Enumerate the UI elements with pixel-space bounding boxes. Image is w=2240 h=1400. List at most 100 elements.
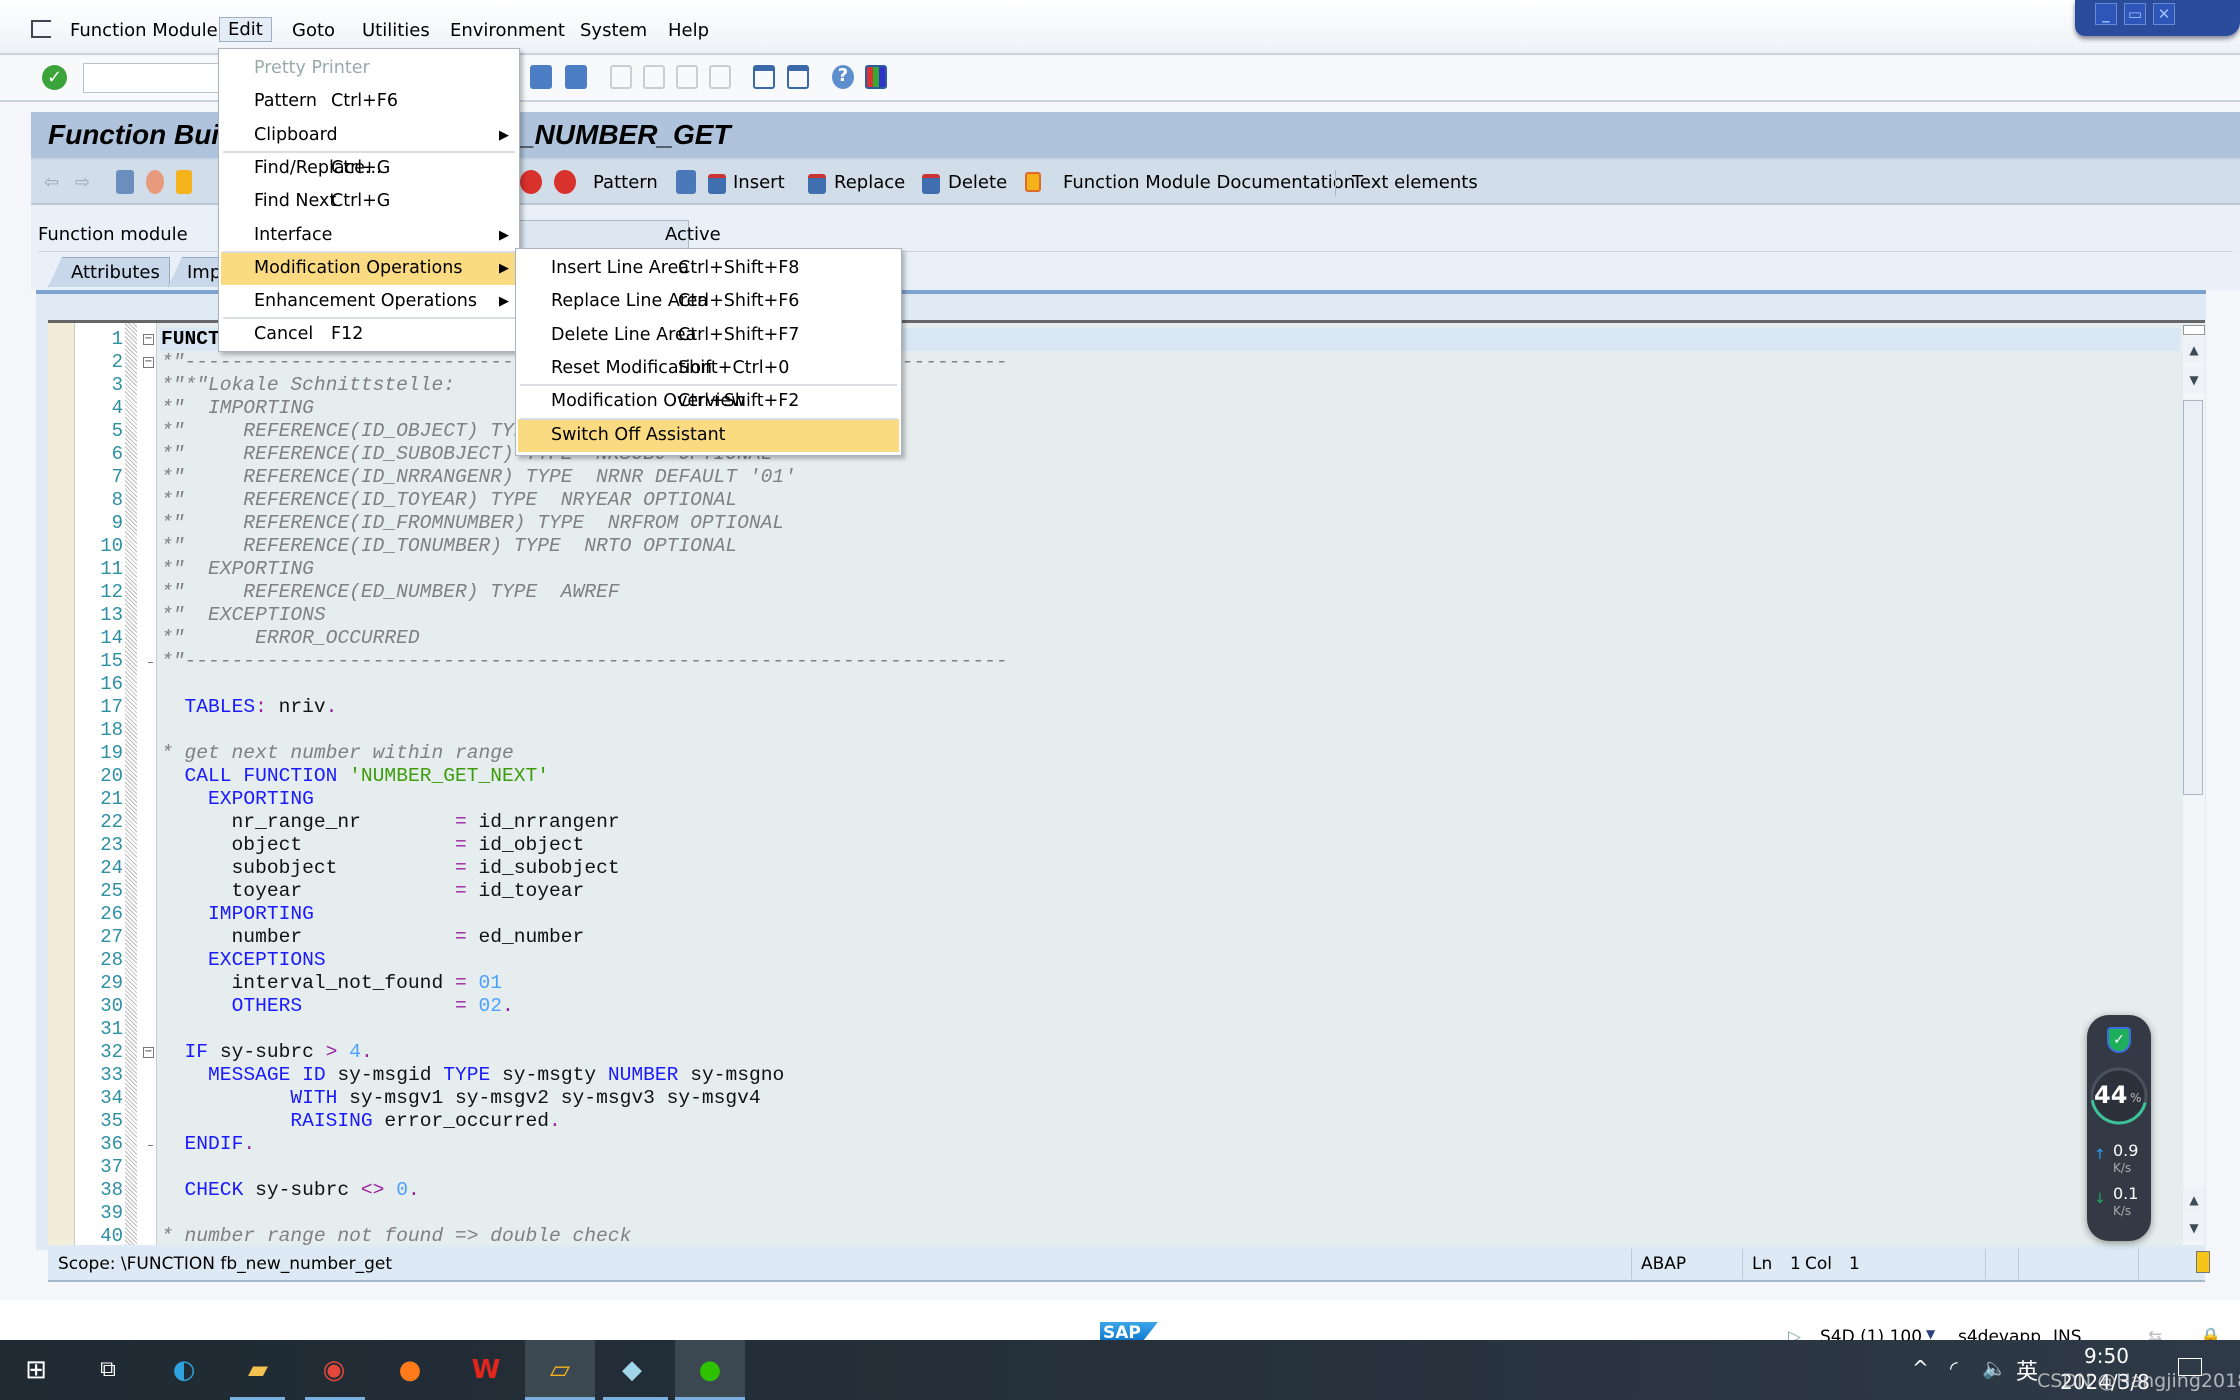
wechat-task[interactable]: ● [675,1340,745,1400]
menu-item-pattern[interactable]: Pattern Ctrl+F6 [221,85,517,118]
wps-icon[interactable]: W [466,1350,506,1390]
menu-item-replace-line-area[interactable]: Replace Line Area Ctrl+Shift+F6 [518,285,899,318]
code-line[interactable]: *" REFERENCE(ID_NRRANGENR) TYPE NRNR DEF… [160,466,2180,489]
back-icon[interactable]: ⇦ [44,172,59,193]
code-line[interactable]: MESSAGE ID sy-msgid TYPE sy-msgty NUMBER… [160,1064,2180,1087]
code-line[interactable] [160,1018,2180,1041]
code-line[interactable]: *" REFERENCE(ED_NUMBER) TYPE AWREF [160,581,2180,604]
help-icon[interactable]: ? [832,65,854,89]
maximize-icon[interactable]: ▭ [2124,3,2146,25]
code-line[interactable]: *" REFERENCE(ID_SUBOBJECT) TYPE NRSOBJ O… [160,443,2180,466]
last-page-icon[interactable] [709,65,731,89]
sap-menu-icon[interactable] [31,20,51,38]
menu-item-modification-operations[interactable]: Modification Operations ▶ [221,251,517,285]
function-module-field[interactable] [501,220,689,250]
first-page-icon[interactable] [610,65,632,89]
volume-icon[interactable]: 🔈 [1982,1356,2007,1380]
menu-item-delete-line-area[interactable]: Delete Line Area Ctrl+Shift+F7 [518,319,899,352]
editor-vertical-scrollbar[interactable]: ▲ ▼ ▲ ▼ [2183,325,2205,1245]
firefox-icon[interactable]: ● [390,1350,430,1390]
code-line[interactable]: ENDIF. [160,1133,2180,1156]
code-line[interactable]: *"*"Lokale Schnittstelle: [160,374,2180,397]
previous-page-icon[interactable] [643,65,665,89]
code-line[interactable]: * number range not found => double check [160,1225,2180,1245]
code-line[interactable]: interval_not_found = 01 [160,972,2180,995]
menu-help[interactable]: Help [668,20,709,41]
scroll-thumb[interactable] [2183,400,2203,795]
modification-icon-2[interactable] [554,170,576,194]
code-line[interactable]: *" ERROR_OCCURRED [160,627,2180,650]
fold-toggle-icon[interactable]: − [143,334,154,345]
code-line[interactable] [160,673,2180,696]
code-line[interactable]: nr_range_nr = id_nrrangenr [160,811,2180,834]
wifi-icon[interactable]: ◜ [1950,1356,1958,1380]
code-line[interactable]: *" EXPORTING [160,558,2180,581]
code-line[interactable]: *" EXCEPTIONS [160,604,2180,627]
code-line[interactable]: *" REFERENCE(ID_OBJECT) TYPE [160,420,2180,443]
display-change-icon[interactable] [146,170,164,194]
code-line[interactable]: EXPORTING [160,788,2180,811]
code-line[interactable] [160,719,2180,742]
delete-icon[interactable] [922,174,940,194]
tab-attributes[interactable]: Attributes [48,257,170,287]
shortcut-icon[interactable] [787,65,809,89]
chrome-icon[interactable]: ◉ [314,1350,354,1390]
windows-start-icon[interactable]: ⊞ [16,1350,56,1390]
code-line[interactable]: EXCEPTIONS [160,949,2180,972]
code-line[interactable]: *" REFERENCE(ID_FROMNUMBER) TYPE NRFROM … [160,512,2180,535]
clock-time[interactable]: 9:50 [2084,1344,2129,1368]
enter-check-icon[interactable]: ✓ [42,65,67,90]
menu-item-cancel[interactable]: Cancel F12 [221,318,517,351]
network-monitor-widget[interactable]: ✓ 44 % ↑ 0.9 K/s ↓ 0.1 K/s [2087,1015,2151,1241]
code-line[interactable]: number = ed_number [160,926,2180,949]
function-module-documentation-button[interactable]: Function Module Documentation [1063,172,1355,193]
file-explorer-icon[interactable]: ▰ [238,1350,278,1390]
replace-icon[interactable] [808,174,826,194]
forward-icon[interactable]: ⇨ [75,172,90,193]
code-line[interactable]: OTHERS = 02. [160,995,2180,1018]
menu-system[interactable]: System [580,20,647,41]
layout-icon[interactable] [865,65,887,89]
code-line[interactable]: CHECK sy-subrc <> 0. [160,1179,2180,1202]
scroll-up-bottom-icon[interactable]: ▲ [2183,1187,2205,1213]
insert-button[interactable]: Insert [733,172,785,193]
code-line[interactable]: IF sy-subrc > 4. [160,1041,2180,1064]
task-view-icon[interactable]: ⧉ [88,1350,128,1390]
menu-item-clipboard[interactable]: Clipboard ▶ [221,119,517,152]
sap-logon-task[interactable]: ▱ [525,1340,595,1400]
code-line[interactable]: *"--------------------------------------… [160,650,2180,673]
scroll-up-icon[interactable]: ▲ [2183,337,2205,363]
menu-item-find-next[interactable]: Find Next Ctrl+G [221,185,517,218]
next-page-icon[interactable] [676,65,698,89]
code-line[interactable]: CALL FUNCTION 'NUMBER_GET_NEXT' [160,765,2180,788]
fold-toggle-icon[interactable]: − [143,357,154,368]
code-line[interactable]: TABLES: nriv. [160,696,2180,719]
command-field[interactable] [83,63,233,93]
scroll-down-icon[interactable]: ▼ [2183,367,2205,393]
code-line[interactable] [160,1156,2180,1179]
text-elements-button[interactable]: Text elements [1352,172,1478,193]
notification-icon[interactable] [2178,1358,2202,1376]
other-object-icon[interactable] [116,170,134,194]
editor-settings-icon[interactable] [2196,1251,2210,1273]
new-session-icon[interactable] [753,65,775,89]
menu-item-pretty-printer[interactable]: Pretty Printer [221,52,517,85]
code-line[interactable]: object = id_object [160,834,2180,857]
menu-function-module[interactable]: Function Module [70,20,218,41]
menu-item-interface[interactable]: Interface ▶ [221,219,517,252]
code-line[interactable] [160,1202,2180,1225]
documentation-icon[interactable] [1025,172,1041,192]
code-line[interactable]: * get next number within range [160,742,2180,765]
replace-button[interactable]: Replace [834,172,905,193]
code-line[interactable]: RAISING error_occurred. [160,1110,2180,1133]
modification-icon-1[interactable] [520,170,542,194]
scroll-down-bottom-icon[interactable]: ▼ [2183,1215,2205,1241]
code-line[interactable]: WITH sy-msgv1 sy-msgv2 sy-msgv3 sy-msgv4 [160,1087,2180,1110]
menu-item-modification-overview[interactable]: Modification Overview Ctrl+Shift+F2 [518,385,899,418]
menu-utilities[interactable]: Utilities [362,20,430,41]
edge-icon[interactable]: ◐ [164,1350,204,1390]
menu-edit[interactable]: Edit [219,17,272,42]
sap-gui-icon[interactable]: ◆ [612,1350,652,1390]
close-icon[interactable]: ✕ [2153,3,2175,25]
menu-environment[interactable]: Environment [450,20,565,41]
